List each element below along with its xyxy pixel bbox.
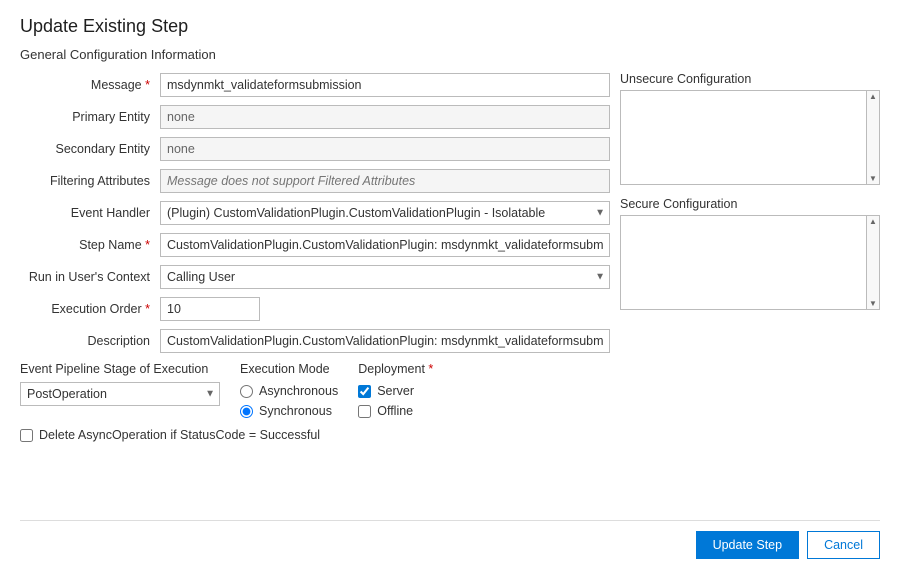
run-in-context-wrapper: Calling User ▼ [160,265,610,289]
message-input[interactable] [160,73,610,97]
dialog-footer: Update Step Cancel [20,520,880,559]
unsecure-config-section: Unsecure Configuration ▲▼ [620,72,880,185]
execution-order-row: Execution Order * [20,296,610,322]
secondary-entity-input[interactable] [160,137,610,161]
message-label: Message * [20,78,160,92]
run-in-context-row: Run in User's Context Calling User ▼ [20,264,610,290]
deployment-label: Deployment * [358,362,433,376]
secure-config-scrollbar[interactable]: ▲▼ [866,215,880,310]
update-step-button[interactable]: Update Step [696,531,800,559]
unsecure-scrollbar-up-icon: ▲ [869,92,877,101]
run-in-context-select[interactable]: Calling User [160,265,610,289]
sync-label: Synchronous [259,404,332,418]
dialog-title: Update Existing Step [20,16,880,37]
pipeline-stage-label: Event Pipeline Stage of Execution [20,362,220,376]
filtering-attributes-row: Filtering Attributes [20,168,610,194]
step-name-input[interactable] [160,233,610,257]
sync-radio[interactable] [240,405,253,418]
offline-checkbox-row: Offline [358,404,433,418]
step-name-required: * [145,238,150,252]
secure-config-section: Secure Configuration ▲▼ [620,197,880,310]
message-row: Message * [20,72,610,98]
description-input[interactable] [160,329,610,353]
async-radio-row: Asynchronous [240,384,338,398]
pipeline-select-wrapper: PostOperation PreValidation PreOperation… [20,382,220,406]
execution-order-label: Execution Order * [20,302,160,316]
main-content: Message * Primary Entity Secondary Entit… [20,72,880,512]
secure-scrollbar-up-icon: ▲ [869,217,877,226]
execution-order-input[interactable] [160,297,260,321]
left-panel: Message * Primary Entity Secondary Entit… [20,72,610,512]
unsecure-config-container: ▲▼ [620,90,880,185]
unsecure-config-textarea[interactable] [620,90,866,185]
primary-entity-input[interactable] [160,105,610,129]
section-title: General Configuration Information [20,47,880,62]
server-checkbox[interactable] [358,385,371,398]
deployment-section: Deployment * Server Offline [358,362,433,418]
filtering-attributes-input[interactable] [160,169,610,193]
message-required: * [145,78,150,92]
secure-config-container: ▲▼ [620,215,880,310]
exec-mode-label: Execution Mode [240,362,338,376]
server-label: Server [377,384,414,398]
secure-scrollbar-down-icon: ▼ [869,299,877,308]
delete-async-label: Delete AsyncOperation if StatusCode = Su… [39,428,320,442]
exec-mode-section: Execution Mode Asynchronous Synchronous [240,362,338,418]
bottom-section: Event Pipeline Stage of Execution PostOp… [20,362,610,418]
sync-radio-row: Synchronous [240,404,338,418]
deployment-required: * [428,362,433,376]
pipeline-stage-select[interactable]: PostOperation PreValidation PreOperation [20,382,220,406]
description-row: Description [20,328,610,354]
async-radio[interactable] [240,385,253,398]
pipeline-stage-section: Event Pipeline Stage of Execution PostOp… [20,362,220,406]
cancel-button[interactable]: Cancel [807,531,880,559]
secondary-entity-label: Secondary Entity [20,142,160,156]
unsecure-config-scrollbar[interactable]: ▲▼ [866,90,880,185]
async-label: Asynchronous [259,384,338,398]
description-label: Description [20,334,160,348]
update-step-dialog: Update Existing Step General Configurati… [0,0,900,569]
event-handler-row: Event Handler (Plugin) CustomValidationP… [20,200,610,226]
secure-config-textarea[interactable] [620,215,866,310]
primary-entity-label: Primary Entity [20,110,160,124]
run-in-context-label: Run in User's Context [20,270,160,284]
offline-checkbox[interactable] [358,405,371,418]
filtering-attributes-label: Filtering Attributes [20,174,160,188]
unsecure-scrollbar-down-icon: ▼ [869,174,877,183]
secure-config-label: Secure Configuration [620,197,880,211]
step-name-row: Step Name * [20,232,610,258]
delete-async-row: Delete AsyncOperation if StatusCode = Su… [20,428,610,442]
event-handler-wrapper: (Plugin) CustomValidationPlugin.CustomVa… [160,201,610,225]
right-panel: Unsecure Configuration ▲▼ Secure Configu… [620,72,880,512]
step-name-label: Step Name * [20,238,160,252]
unsecure-config-label: Unsecure Configuration [620,72,880,86]
secondary-entity-row: Secondary Entity [20,136,610,162]
event-handler-label: Event Handler [20,206,160,220]
delete-async-checkbox[interactable] [20,429,33,442]
event-handler-select[interactable]: (Plugin) CustomValidationPlugin.CustomVa… [160,201,610,225]
execution-order-required: * [145,302,150,316]
primary-entity-row: Primary Entity [20,104,610,130]
server-checkbox-row: Server [358,384,433,398]
offline-label: Offline [377,404,413,418]
